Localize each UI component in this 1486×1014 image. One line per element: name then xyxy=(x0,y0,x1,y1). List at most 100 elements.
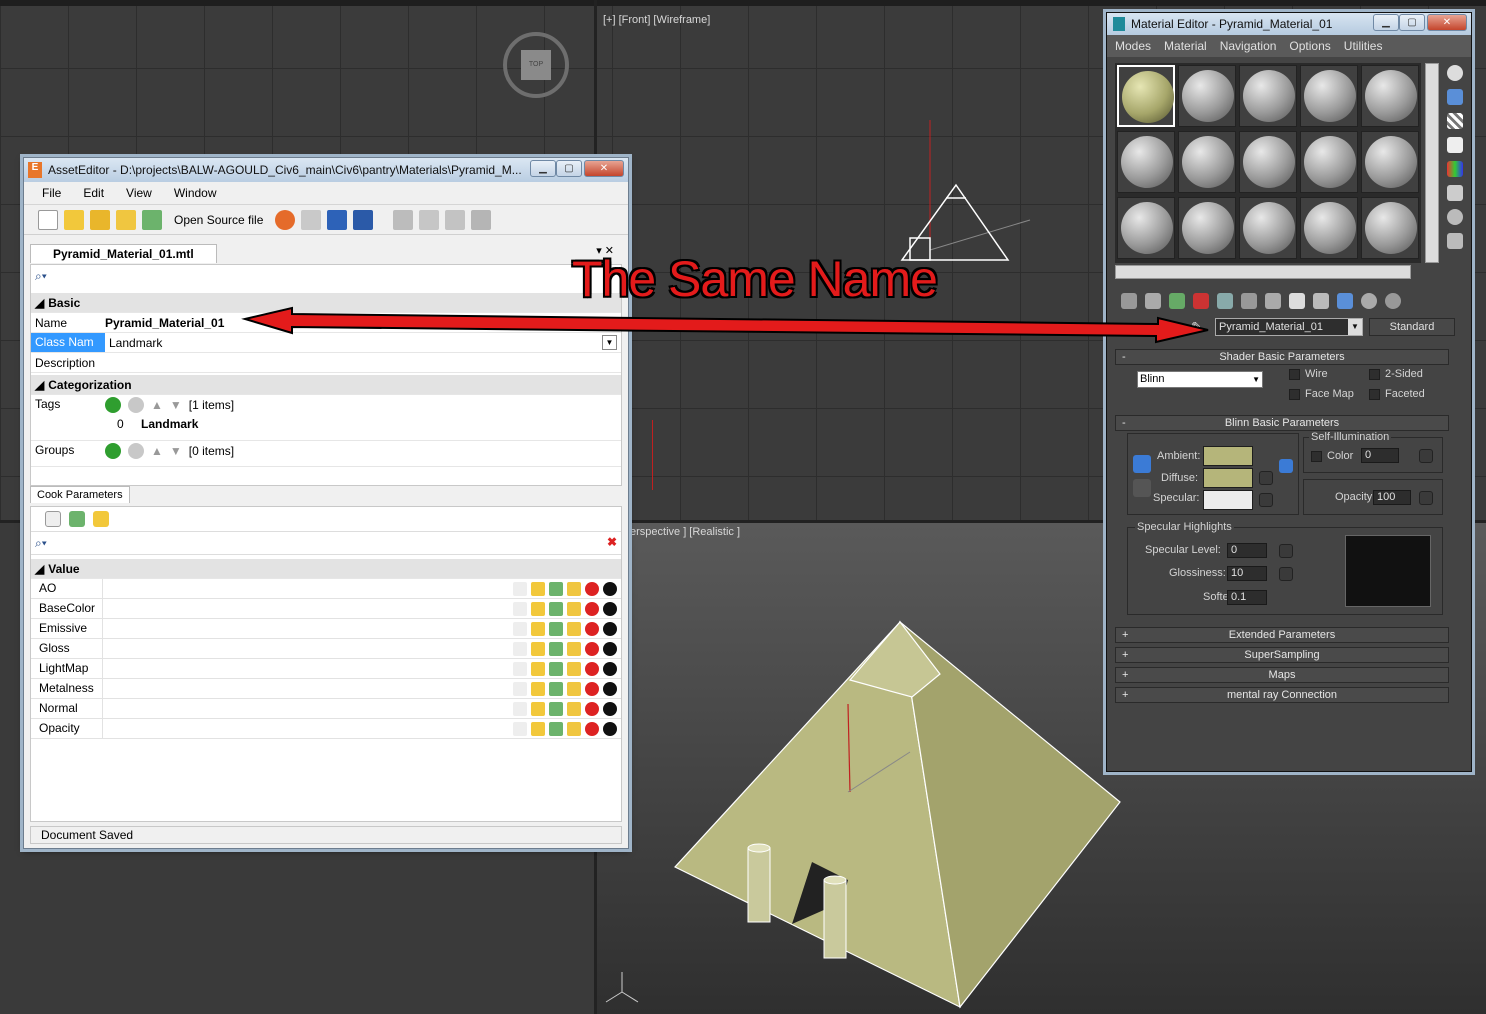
me-minimize-button[interactable]: ▁ xyxy=(1373,14,1399,31)
value-folder-icon[interactable] xyxy=(531,582,545,596)
value-open-icon[interactable] xyxy=(567,682,581,696)
value-view-icon[interactable] xyxy=(603,622,617,636)
save-all-icon[interactable] xyxy=(353,209,374,230)
menu-file[interactable]: File xyxy=(42,186,61,200)
value-remove-icon[interactable] xyxy=(585,602,599,616)
value-open-icon[interactable] xyxy=(567,622,581,636)
value-row[interactable]: BaseColor xyxy=(31,599,621,619)
value-folder-icon[interactable] xyxy=(531,722,545,736)
value-new-icon[interactable] xyxy=(513,642,527,656)
show-shaded-icon[interactable] xyxy=(1289,293,1305,309)
put-to-library-icon[interactable] xyxy=(1241,293,1257,309)
cook-icon[interactable] xyxy=(275,209,296,230)
collapsed-rollout[interactable]: + Maps xyxy=(1115,667,1449,683)
diffuse-swatch[interactable] xyxy=(1203,468,1253,488)
value-new-icon[interactable] xyxy=(513,662,527,676)
specular-level-spinner[interactable]: 0 xyxy=(1227,543,1267,558)
value-folder-icon[interactable] xyxy=(531,602,545,616)
face-map-checkbox[interactable] xyxy=(1289,389,1300,400)
material-sample-slot[interactable] xyxy=(1300,65,1358,127)
me-menu-material[interactable]: Material xyxy=(1164,39,1207,53)
value-view-icon[interactable] xyxy=(603,662,617,676)
export-icon[interactable] xyxy=(301,209,322,230)
menu-edit[interactable]: Edit xyxy=(83,186,104,200)
section-categorization[interactable]: ◢ Categorization xyxy=(31,375,621,395)
value-row[interactable]: Gloss xyxy=(31,639,621,659)
move-up-icon[interactable]: ▲ xyxy=(151,398,163,412)
collapsed-rollout[interactable]: + Extended Parameters xyxy=(1115,627,1449,643)
refresh-icon[interactable] xyxy=(142,209,162,230)
value-new-icon[interactable] xyxy=(513,682,527,696)
cook-search-icon[interactable]: ⌕▾ xyxy=(35,536,47,551)
paste-icon[interactable] xyxy=(445,209,466,230)
value-folder-icon[interactable] xyxy=(531,682,545,696)
material-sample-slot[interactable] xyxy=(1178,197,1236,259)
value-folder-icon[interactable] xyxy=(531,662,545,676)
glossiness-map-button[interactable] xyxy=(1279,567,1293,581)
shader-rollout-toggle[interactable]: - xyxy=(1122,350,1126,364)
cut-icon[interactable] xyxy=(393,209,414,230)
remove-tag-icon[interactable] xyxy=(128,397,144,413)
show-end-result-icon[interactable] xyxy=(1313,293,1329,309)
material-editor-window[interactable]: Material Editor - Pyramid_Material_01 ▁ … xyxy=(1106,12,1472,772)
new-document-icon[interactable] xyxy=(38,209,58,230)
value-open-icon[interactable] xyxy=(567,722,581,736)
value-remove-icon[interactable] xyxy=(585,662,599,676)
material-sample-slot[interactable] xyxy=(1117,197,1175,259)
value-new-icon[interactable] xyxy=(513,622,527,636)
value-view-icon[interactable] xyxy=(603,682,617,696)
value-remove-icon[interactable] xyxy=(585,702,599,716)
front-viewport-label[interactable]: [+] [Front] [Wireframe] xyxy=(603,14,710,26)
value-view-icon[interactable] xyxy=(603,602,617,616)
value-open-icon[interactable] xyxy=(567,662,581,676)
document-tab[interactable]: Pyramid_Material_01.mtl xyxy=(30,244,217,263)
group-move-up-icon[interactable]: ▲ xyxy=(151,444,163,458)
self-illum-color-checkbox[interactable] xyxy=(1311,451,1322,462)
add-tag-icon[interactable] xyxy=(105,397,121,413)
me-menu-modes[interactable]: Modes xyxy=(1115,39,1151,53)
delete-icon[interactable] xyxy=(471,209,492,230)
value-new-icon[interactable] xyxy=(513,722,527,736)
rollout-expand-icon[interactable]: + xyxy=(1122,688,1128,702)
opacity-spinner[interactable]: 100 xyxy=(1373,490,1411,505)
value-open-icon[interactable] xyxy=(567,582,581,596)
me-menu-options[interactable]: Options xyxy=(1289,39,1330,53)
wire-checkbox[interactable] xyxy=(1289,369,1300,380)
cook-new-icon[interactable] xyxy=(45,511,61,527)
value-folder-icon[interactable] xyxy=(531,702,545,716)
cook-clear-icon[interactable]: ✖ xyxy=(607,535,617,549)
specular-swatch[interactable] xyxy=(1203,490,1253,510)
slots-scrollbar[interactable] xyxy=(1425,63,1439,263)
make-preview-icon[interactable] xyxy=(1447,185,1463,201)
material-sample-slot[interactable] xyxy=(1239,197,1297,259)
value-new-icon[interactable] xyxy=(513,582,527,596)
value-refresh-icon[interactable] xyxy=(549,622,563,636)
move-down-icon[interactable]: ▼ xyxy=(170,398,182,412)
value-remove-icon[interactable] xyxy=(585,722,599,736)
close-button[interactable]: ✕ xyxy=(584,160,624,177)
open-source-file-button[interactable]: Open Source file xyxy=(174,213,263,227)
perspective-viewport-label[interactable]: erspective ] [Realistic ] xyxy=(630,526,740,538)
value-view-icon[interactable] xyxy=(603,702,617,716)
slots-hscrollbar[interactable] xyxy=(1115,265,1411,279)
menu-view[interactable]: View xyxy=(126,186,152,200)
material-sample-slot[interactable] xyxy=(1361,197,1419,259)
name-value[interactable]: Pyramid_Material_01 xyxy=(105,316,224,330)
material-sample-slot[interactable] xyxy=(1117,65,1175,127)
value-new-icon[interactable] xyxy=(513,602,527,616)
class-name-value[interactable]: Landmark xyxy=(105,336,162,350)
collapsed-rollout[interactable]: + SuperSampling xyxy=(1115,647,1449,663)
cook-parameters-tab[interactable]: Cook Parameters xyxy=(30,486,130,503)
value-refresh-icon[interactable] xyxy=(549,602,563,616)
material-sample-slot[interactable] xyxy=(1300,131,1358,193)
material-sample-slot[interactable] xyxy=(1361,131,1419,193)
value-view-icon[interactable] xyxy=(603,722,617,736)
value-refresh-icon[interactable] xyxy=(549,582,563,596)
value-row[interactable]: LightMap xyxy=(31,659,621,679)
value-row[interactable]: Emissive xyxy=(31,619,621,639)
value-row[interactable]: Opacity xyxy=(31,719,621,739)
options-icon[interactable] xyxy=(1447,209,1463,225)
rollout-expand-icon[interactable]: + xyxy=(1122,628,1128,642)
section-value[interactable]: ◢ Value xyxy=(31,559,621,579)
blinn-basic-rollout[interactable]: - Blinn Basic Parameters xyxy=(1115,415,1449,431)
